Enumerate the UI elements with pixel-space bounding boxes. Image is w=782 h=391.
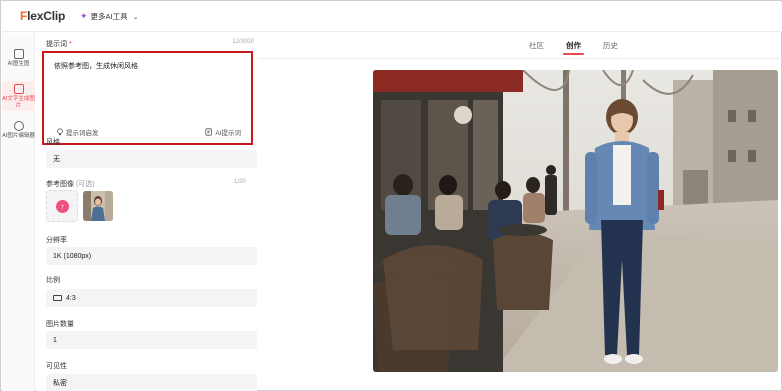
- optional-tag: (可选): [75, 181, 95, 188]
- required-mark: *: [68, 41, 72, 48]
- flexclip-logo[interactable]: FlexClip: [20, 9, 65, 23]
- ratio-label: 比例: [46, 277, 60, 284]
- reference-thumbnail-image: [83, 191, 113, 221]
- aspect-ratio-icon: [53, 295, 62, 301]
- top-bar: FlexClip ✦ 更多AI工具 ⌄: [2, 2, 782, 32]
- sparkle-icon: ✦: [80, 11, 88, 21]
- text-to-image-icon: [13, 84, 24, 94]
- image-editor-icon: [13, 121, 24, 131]
- resolution-select[interactable]: 1K (1080px) ⌄: [46, 247, 257, 265]
- prompt-inspire-label: 提示词启发: [66, 130, 99, 137]
- street-cafe-photo: [373, 70, 778, 372]
- rail-item-image-editor[interactable]: AI图片编辑器: [2, 121, 35, 140]
- visibility-label: 可见性: [46, 363, 67, 370]
- reference-image-label: 参考图像 (可选): [46, 179, 95, 189]
- view-tabs: 社区 创作 历史: [529, 40, 618, 55]
- tab-history[interactable]: 历史: [603, 40, 618, 51]
- resolution-value: 1K (1080px): [53, 252, 92, 260]
- style-value: 无: [53, 156, 60, 163]
- prompt-label-wrap: 提示词 *: [46, 39, 72, 49]
- image-count-label: 图片数量: [46, 321, 74, 328]
- rail-item-label: AI文字生成图片: [2, 96, 35, 109]
- rail-item-text-to-image[interactable]: AI文字生成图片: [2, 81, 35, 111]
- rail-item-label: AI图片编辑器: [2, 133, 35, 139]
- reference-thumbnail[interactable]: [83, 191, 113, 221]
- resolution-label: 分辨率: [46, 237, 67, 244]
- prompt-char-count: 12/3000: [232, 39, 254, 45]
- prompt-footer: 提示词启发 AI提示词: [56, 127, 241, 137]
- prompt-input[interactable]: 依照参考图，生成休闲风格 提示词启发 AI提示词: [42, 51, 253, 145]
- tab-community[interactable]: 社区: [529, 40, 544, 51]
- rail-item-label: AI图生图: [7, 61, 30, 67]
- more-ai-tools-label: 更多AI工具: [90, 12, 128, 21]
- image-count-value: 1: [53, 336, 57, 344]
- visibility-select[interactable]: 私密 ⌄: [46, 374, 257, 391]
- ratio-value: 4:3: [66, 294, 76, 302]
- generated-image[interactable]: [373, 70, 778, 372]
- visibility-value: 私密: [53, 380, 67, 387]
- image-count-select[interactable]: 1 ⌄: [46, 331, 257, 349]
- reference-count: 1/20: [234, 179, 246, 185]
- rail-item-image-to-image[interactable]: AI图生图: [2, 49, 35, 68]
- style-select[interactable]: 无 ⌄: [46, 150, 257, 168]
- logo-rest: lexClip: [27, 9, 66, 23]
- prompt-header: 提示词 * 12/3000: [46, 39, 254, 49]
- tab-create[interactable]: 创作: [563, 40, 584, 55]
- settings-panel: 提示词 * 12/3000 依照参考图，生成休闲风格 提示词启发 AI提示词 风…: [36, 33, 257, 391]
- prompt-text[interactable]: 依照参考图，生成休闲风格: [54, 61, 138, 71]
- ai-prompt-label: AI提示词: [215, 130, 241, 137]
- lightbulb-icon: [57, 128, 63, 136]
- ai-wand-icon: [205, 128, 213, 136]
- app-window: FlexClip ✦ 更多AI工具 ⌄ AI图生图 AI文字生成图片 AI图片编…: [0, 0, 782, 391]
- prompt-inspire-button[interactable]: 提示词启发: [56, 127, 99, 137]
- image-swap-icon: [13, 49, 24, 59]
- reference-upload-button[interactable]: ↑: [46, 190, 78, 222]
- chevron-down-icon: ⌄: [132, 13, 139, 21]
- reference-image-text: 参考图像: [46, 181, 74, 188]
- ratio-select[interactable]: 4:3 ⌄: [46, 289, 257, 307]
- tool-rail: AI图生图 AI文字生成图片 AI图片编辑器: [2, 33, 35, 391]
- ai-prompt-button[interactable]: AI提示词: [205, 127, 241, 137]
- style-label: 风格: [46, 139, 60, 146]
- more-ai-tools-menu[interactable]: ✦ 更多AI工具 ⌄: [80, 11, 139, 22]
- divider: [258, 58, 782, 59]
- prompt-label: 提示词: [46, 41, 67, 48]
- upload-icon: ↑: [56, 200, 69, 213]
